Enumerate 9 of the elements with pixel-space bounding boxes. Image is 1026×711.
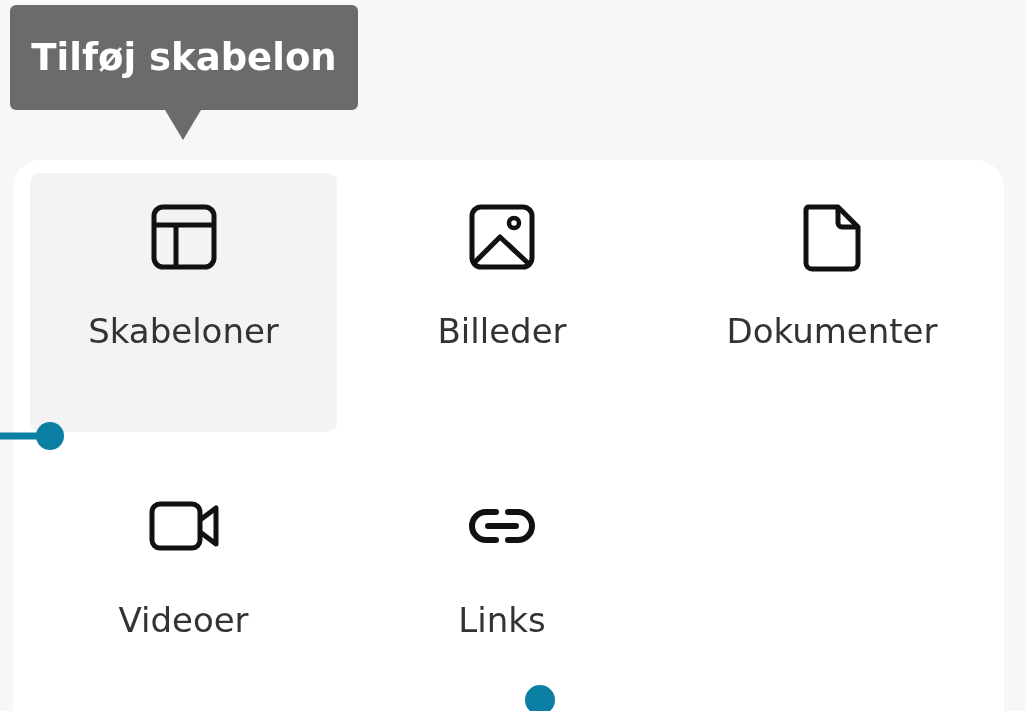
tooltip: Tilføj skabelon xyxy=(10,5,358,110)
menu-item[interactable]: Links xyxy=(337,462,667,711)
tooltip-pointer-icon xyxy=(165,110,201,140)
menu-item[interactable]: Skabeloner xyxy=(30,173,337,432)
resize-handle-icon[interactable] xyxy=(0,420,66,452)
menu-item[interactable]: Billeder xyxy=(337,173,667,432)
resize-handle-icon[interactable] xyxy=(524,684,556,711)
menu-item[interactable]: Dokumenter xyxy=(667,173,997,432)
menu-item[interactable]: Videoer xyxy=(30,462,337,711)
